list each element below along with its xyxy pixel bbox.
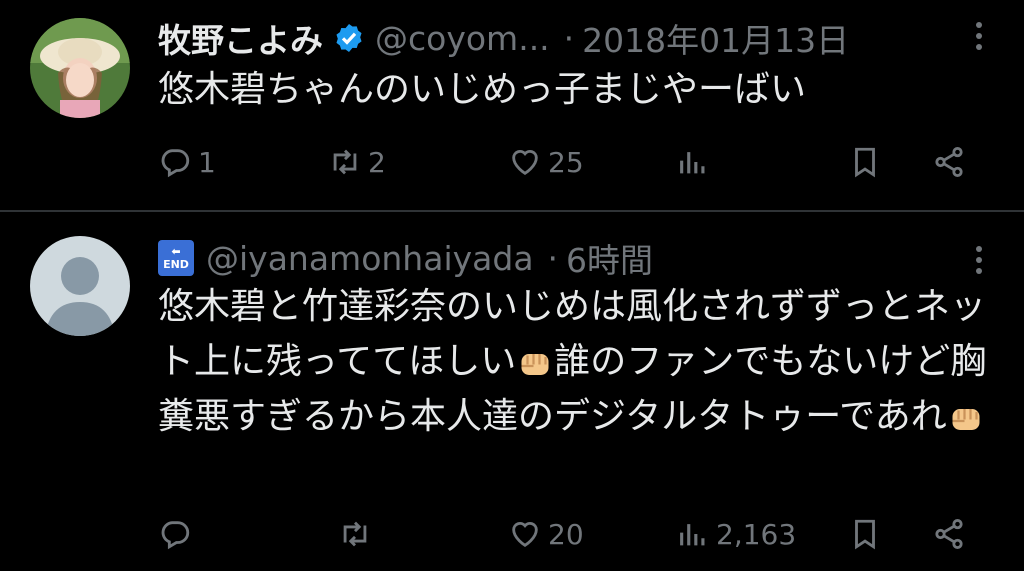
tweet[interactable]: ⬅ END @iyanamonhaiyada · 6時間 悠木碧と竹達彩奈のいじめ…: [0, 212, 1024, 571]
share-icon: [935, 518, 963, 550]
like-count: 25: [548, 145, 584, 179]
reply-icon: [161, 521, 190, 550]
bookmark-icon: [855, 147, 875, 178]
reply-button[interactable]: 1: [158, 140, 216, 184]
fist-emoji: [952, 409, 980, 430]
tweet-text: 悠木碧と竹達彩奈のいじめは風化されずずっとネット上に残っててほしい 誰のファンでも…: [158, 279, 1008, 444]
like-icon: [512, 522, 538, 548]
tweet-text: 悠木碧ちゃんのいじめっ子まじやーばい: [158, 69, 807, 110]
reply-icon: [161, 149, 190, 178]
tweet[interactable]: 牧野こよみ @coyom... · 2018年01月13日 悠木碧ちゃんのいじめ…: [0, 0, 1024, 210]
like-count: 20: [548, 517, 584, 551]
bookmark-button[interactable]: [848, 512, 882, 556]
more-icon[interactable]: [974, 22, 984, 56]
views-icon: [680, 152, 705, 174]
separator-dot: ·: [547, 238, 559, 278]
action-bar: 1 2 25: [158, 140, 978, 184]
share-button[interactable]: [932, 140, 966, 184]
reply-button[interactable]: [158, 512, 198, 556]
separator-dot: ·: [563, 18, 575, 58]
user-handle[interactable]: @coyom...: [375, 19, 550, 58]
avatar[interactable]: [30, 18, 130, 118]
retweet-button[interactable]: 2: [328, 140, 386, 184]
retweet-button[interactable]: [338, 512, 378, 556]
display-name[interactable]: 牧野こよみ: [158, 14, 323, 62]
retweet-count: 2: [368, 145, 386, 179]
like-button[interactable]: 20: [508, 512, 584, 556]
timestamp[interactable]: 6時間: [566, 234, 653, 282]
action-bar: 20 2,163: [158, 512, 978, 556]
retweet-icon: [333, 149, 357, 175]
share-button[interactable]: [932, 512, 966, 556]
timestamp[interactable]: 2018年01月13日: [582, 14, 849, 62]
bookmark-icon: [855, 519, 875, 550]
bookmark-button[interactable]: [848, 140, 882, 184]
tweet-header: ⬅ END @iyanamonhaiyada · 6時間: [158, 236, 653, 280]
avatar[interactable]: [30, 236, 130, 336]
user-handle[interactable]: @iyanamonhaiyada: [206, 239, 534, 278]
views-count: 2,163: [716, 517, 797, 551]
share-icon: [935, 146, 963, 178]
fist-emoji: [521, 354, 549, 375]
like-icon: [512, 150, 538, 176]
tweet-header: 牧野こよみ @coyom... · 2018年01月13日: [158, 14, 849, 62]
views-button[interactable]: [676, 140, 716, 184]
views-button[interactable]: 2,163: [676, 512, 796, 556]
retweet-icon: [343, 521, 367, 547]
more-icon[interactable]: [974, 246, 984, 280]
like-button[interactable]: 25: [508, 140, 584, 184]
views-icon: [680, 524, 705, 546]
reply-count: 1: [198, 145, 216, 179]
end-arrow-emoji: ⬅ END: [158, 240, 194, 276]
verified-icon: [333, 22, 365, 54]
